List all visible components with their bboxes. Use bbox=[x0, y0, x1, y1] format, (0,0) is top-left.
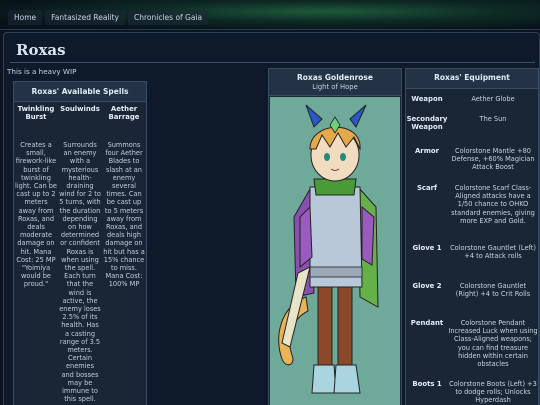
spell-description: Surrounds an enemy with a mysterious hea… bbox=[59, 141, 101, 405]
equipment-value: The Sun bbox=[479, 115, 507, 123]
equipment-label: Secondary Weapon bbox=[406, 115, 448, 132]
character-illustration bbox=[278, 104, 379, 394]
spell-name: Soulwinds bbox=[60, 105, 100, 113]
spell-description: Creates a small, firework-like burst of … bbox=[15, 141, 57, 289]
equipment-value: Colorstone Mantle +80 Defense, +60% Magi… bbox=[451, 147, 535, 172]
equipment-value: Colorstone Scarf Class-Aligned attacks h… bbox=[451, 184, 535, 225]
spell-name: Aether Barrage bbox=[108, 105, 140, 122]
spells-infobox: Roxas' Available Spells Twinkling Burst … bbox=[13, 81, 147, 405]
character-infobox: Roxas Goldenrose Light of Hope bbox=[268, 68, 402, 405]
equipment-row: Armor Colorstone Mantle +80 Defense, +60… bbox=[406, 147, 538, 172]
equipment-value: Aether Globe bbox=[471, 95, 515, 103]
spells-table: Twinkling Burst Creates a small, firewor… bbox=[14, 102, 146, 405]
equipment-label: Glove 2 bbox=[412, 282, 442, 290]
title-divider bbox=[10, 62, 535, 63]
equipment-row: Secondary Weapon The Sun bbox=[406, 115, 538, 131]
content-page: Roxas This is a heavy WIP Roxas' Availab… bbox=[3, 32, 540, 405]
equipment-value: Colorstone Gauntlet (Right) +4 to Crit R… bbox=[455, 282, 531, 299]
breadcrumb: Home Fantasized Reality Chronicles of Ga… bbox=[8, 10, 211, 25]
equipment-label: Boots 1 bbox=[412, 380, 442, 388]
equipment-row: Pendant Colorstone Pendant Increased Luc… bbox=[406, 319, 538, 368]
character-portrait bbox=[270, 97, 400, 405]
breadcrumb-home[interactable]: Home bbox=[8, 10, 43, 25]
equipment-row: Scarf Colorstone Scarf Class-Aligned att… bbox=[406, 184, 538, 225]
equipment-value: Colorstone Gauntlet (Left) +4 to Attack … bbox=[450, 244, 536, 261]
character-header: Roxas Goldenrose Light of Hope bbox=[269, 69, 401, 96]
equipment-label: Glove 1 bbox=[412, 244, 442, 252]
equipment-row: Glove 1 Colorstone Gauntlet (Left) +4 to… bbox=[406, 244, 538, 260]
character-name: Roxas Goldenrose bbox=[297, 73, 373, 82]
equipment-value: Colorstone Pendant Increased Luck when u… bbox=[448, 319, 538, 369]
spells-heading: Roxas' Available Spells bbox=[14, 82, 146, 102]
wip-note: This is a heavy WIP bbox=[7, 67, 77, 76]
equipment-label: Weapon bbox=[411, 95, 443, 103]
equipment-row: Weapon Aether Globe bbox=[406, 95, 538, 103]
equipment-label: Pendant bbox=[410, 319, 444, 327]
breadcrumb-chronicles-of-gaia[interactable]: Chronicles of Gaia bbox=[128, 10, 209, 25]
spell-column: Soulwinds Surrounds an enemy with a myst… bbox=[58, 105, 102, 405]
equipment-heading: Roxas' Equipment bbox=[406, 69, 538, 89]
page-title: Roxas bbox=[16, 41, 66, 59]
equipment-value: Colorstone Boots (Left) +3 to dodge roll… bbox=[449, 380, 537, 405]
spell-description: Summons four Aether Blades to slash at a… bbox=[103, 141, 145, 289]
equipment-label: Scarf bbox=[416, 184, 438, 192]
equipment-label: Armor bbox=[414, 147, 440, 155]
spell-column: Twinkling Burst Creates a small, firewor… bbox=[14, 105, 58, 405]
breadcrumb-fantasized-reality[interactable]: Fantasized Reality bbox=[45, 10, 125, 25]
spell-name: Twinkling Burst bbox=[17, 105, 55, 122]
equipment-infobox: Roxas' Equipment Weapon Aether Globe Sec… bbox=[405, 68, 539, 405]
header-banner: Home Fantasized Reality Chronicles of Ga… bbox=[0, 0, 540, 30]
equipment-row: Glove 2 Colorstone Gauntlet (Right) +4 t… bbox=[406, 282, 538, 298]
spell-column: Aether Barrage Summons four Aether Blade… bbox=[102, 105, 146, 405]
equipment-row: Boots 1 Colorstone Boots (Left) +3 to do… bbox=[406, 380, 538, 405]
character-subtitle: Light of Hope bbox=[312, 83, 358, 91]
